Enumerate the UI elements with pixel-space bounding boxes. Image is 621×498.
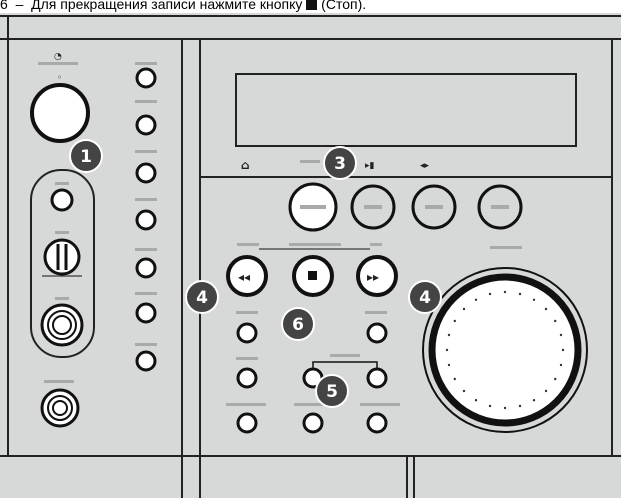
small-button-a2[interactable] [236, 367, 258, 389]
svg-text:4: 4 [196, 288, 208, 308]
dial-tick [462, 389, 466, 393]
svg-text:◦: ◦ [57, 73, 62, 82]
menu-button-5[interactable] [135, 257, 157, 279]
jog-dial[interactable] [428, 273, 582, 427]
small-button-c1[interactable] [366, 322, 388, 344]
skip-forward-icon: ▸▸ [367, 270, 379, 284]
dial-tick [559, 333, 563, 337]
menu-button-1[interactable] [135, 67, 157, 89]
dial-tick [532, 298, 536, 301]
device-panel-illustration: ◔ ◦ ⌂ ▸▮ ◂▸ ◂◂ ▸▸ 1 3 4 4 6 5 [0, 13, 621, 498]
svg-text:3: 3 [334, 154, 346, 174]
callout-6: 6 [281, 307, 315, 341]
menu-button-3[interactable] [135, 162, 157, 184]
svg-text:5: 5 [326, 382, 338, 402]
level-knob[interactable] [43, 238, 81, 276]
power-button[interactable] [30, 83, 90, 143]
small-button-c2[interactable] [366, 367, 388, 389]
svg-text:▸▮: ▸▮ [365, 161, 375, 171]
menu-button-7[interactable] [135, 350, 157, 372]
skip-back-icon: ◂◂ [238, 270, 250, 284]
dial-tick [544, 307, 548, 311]
dial-tick [447, 363, 451, 367]
dial-tick [554, 319, 557, 323]
home-icon: ⌂ [241, 158, 250, 172]
dial-tick [532, 399, 536, 402]
callout-4-left: 4 [185, 280, 219, 314]
dial-tick [488, 404, 492, 408]
menu-button-2[interactable] [135, 114, 157, 136]
dial-tick [554, 377, 557, 381]
menu-button-4[interactable] [135, 209, 157, 231]
dial-tick [518, 292, 522, 296]
callout-1: 1 [69, 139, 103, 173]
stop-square-icon [308, 271, 317, 280]
dial-tick [453, 319, 456, 323]
dial-tick [462, 307, 466, 311]
dial-tick [503, 406, 507, 410]
callout-5: 5 [315, 374, 349, 408]
dial-tick [488, 292, 492, 296]
dial-tick [544, 389, 548, 393]
small-button-a3[interactable] [236, 412, 258, 434]
svg-text:6: 6 [292, 315, 304, 335]
record-button[interactable] [302, 412, 324, 434]
dial-tick [559, 363, 563, 367]
clock-icon: ◔ [54, 52, 62, 62]
small-button-a1[interactable] [236, 322, 258, 344]
display-window [235, 73, 577, 147]
menu-button-6[interactable] [135, 302, 157, 324]
dial-tick [561, 348, 565, 352]
small-button-c3[interactable] [366, 412, 388, 434]
svg-text:◂▸: ◂▸ [420, 161, 430, 171]
dial-tick [474, 399, 478, 402]
callout-4-right: 4 [408, 280, 442, 314]
dial-tick [503, 290, 507, 294]
callout-3: 3 [323, 146, 357, 180]
dial-tick [474, 298, 478, 301]
svg-text:1: 1 [80, 147, 92, 167]
dial-tick [447, 333, 451, 337]
dial-tick [518, 404, 522, 408]
input-select-button[interactable] [50, 188, 74, 212]
dial-tick [453, 377, 456, 381]
dial-tick [445, 348, 449, 352]
svg-text:4: 4 [419, 288, 431, 308]
